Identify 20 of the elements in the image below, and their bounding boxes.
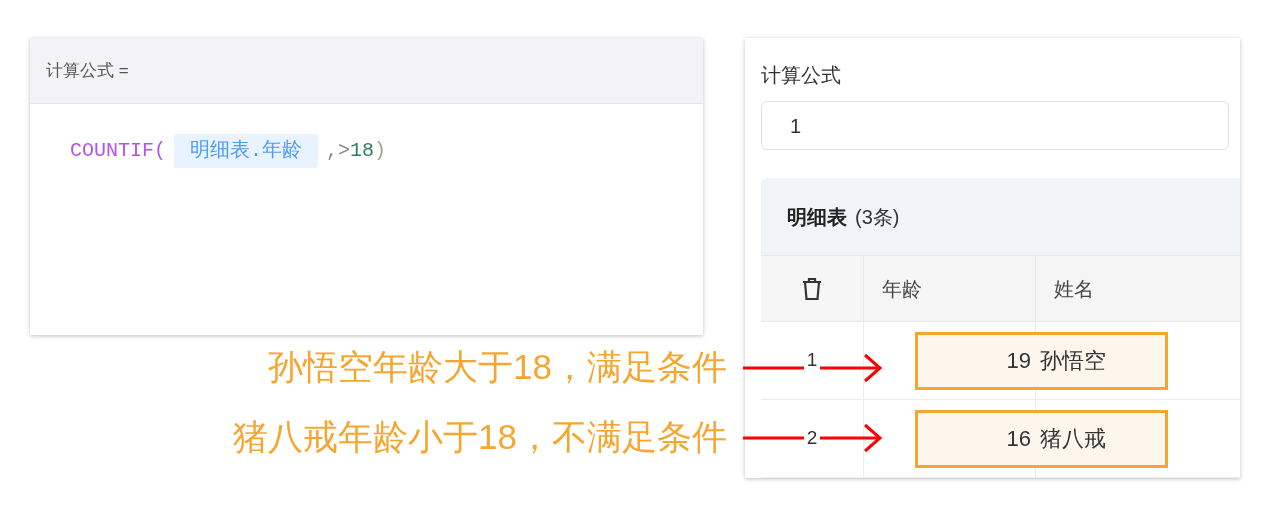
formula-input[interactable]: COUNTIF( 明细表.年龄 ,>18)	[70, 134, 387, 168]
annotation-text: 猪八戒年龄小于18，不满足条件	[233, 416, 727, 458]
annotation-text: 孙悟空年龄大于18，满足条件	[268, 346, 727, 388]
field-label: 计算公式	[761, 63, 842, 88]
field-token: 明细表.年龄	[174, 134, 319, 168]
table-cell-text: 16	[1006, 425, 1031, 453]
paren-token: )	[374, 138, 387, 164]
number-token: 18	[350, 138, 375, 164]
trash-icon[interactable]	[801, 276, 823, 301]
function-token: COUNTIF(	[70, 138, 166, 164]
table-cell-text: 孙悟空	[1040, 347, 1106, 375]
table-cell-text: 19	[1006, 347, 1031, 375]
table-cell-text: 猪八戒	[1040, 425, 1106, 453]
operator-token: ,>	[326, 138, 351, 164]
formula-label: 计算公式 =	[46, 59, 129, 82]
input-field[interactable]: 1	[761, 101, 1229, 150]
row-count: (3条)	[855, 204, 900, 230]
subtable-title: 明细表	[787, 204, 847, 230]
column-header: 姓名	[1054, 276, 1094, 302]
column-header: 年龄	[882, 276, 922, 302]
